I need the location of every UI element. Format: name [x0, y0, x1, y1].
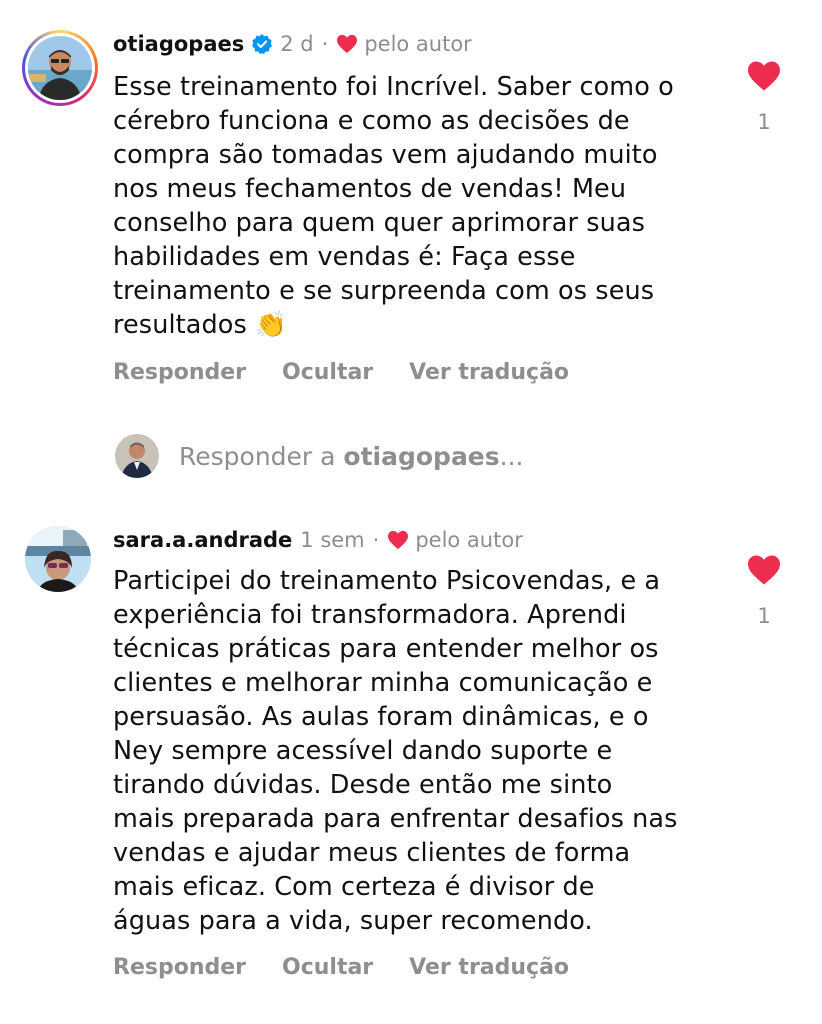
comment-actions: Responder Ocultar Ver tradução [113, 360, 569, 385]
author-heart-icon [336, 34, 358, 54]
verified-badge-icon [252, 34, 273, 54]
comment-text: Esse treinamento foi Incrível. Saber com… [113, 72, 674, 340]
reply-prefix: Responder a [179, 441, 344, 471]
like-count: 1 [757, 604, 771, 628]
separator-dot: · [321, 32, 329, 56]
liked-by-author: pelo autor [415, 528, 523, 552]
comment-header: otiagopaes 2 d · pelo autor [113, 32, 472, 56]
translate-button[interactable]: Ver tradução [409, 955, 569, 980]
current-user-avatar [115, 434, 159, 478]
like-heart-icon[interactable] [744, 554, 784, 590]
comment-time: 2 d [280, 32, 314, 56]
reply-button[interactable]: Responder [113, 360, 246, 385]
like-control: 1 [744, 554, 784, 628]
like-control: 1 [744, 60, 784, 134]
separator-dot: · [372, 528, 380, 552]
comment-text: Participei do treinamento Psicovendas, e… [113, 566, 678, 936]
reply-target-username: otiagopaes [343, 441, 500, 471]
reply-button[interactable]: Responder [113, 955, 246, 980]
like-count: 1 [757, 110, 771, 134]
avatar-story-ring[interactable] [22, 30, 98, 106]
comment-header: sara.a.andrade 1 sem · pelo autor [113, 528, 523, 552]
reply-input-row[interactable]: Responder a otiagopaes... [115, 434, 524, 478]
author-heart-icon [387, 530, 409, 550]
comment-actions: Responder Ocultar Ver tradução [113, 955, 569, 980]
username[interactable]: sara.a.andrade [113, 528, 292, 552]
reply-input-placeholder[interactable]: Responder a otiagopaes... [179, 442, 524, 471]
like-heart-icon[interactable] [744, 60, 784, 96]
liked-by-author: pelo autor [364, 32, 472, 56]
hide-button[interactable]: Ocultar [282, 360, 373, 385]
avatar[interactable] [25, 526, 91, 592]
translate-button[interactable]: Ver tradução [409, 360, 569, 385]
comment-time: 1 sem [300, 528, 365, 552]
avatar [28, 36, 92, 100]
reply-suffix: ... [499, 441, 524, 471]
username[interactable]: otiagopaes [113, 32, 244, 56]
hide-button[interactable]: Ocultar [282, 955, 373, 980]
